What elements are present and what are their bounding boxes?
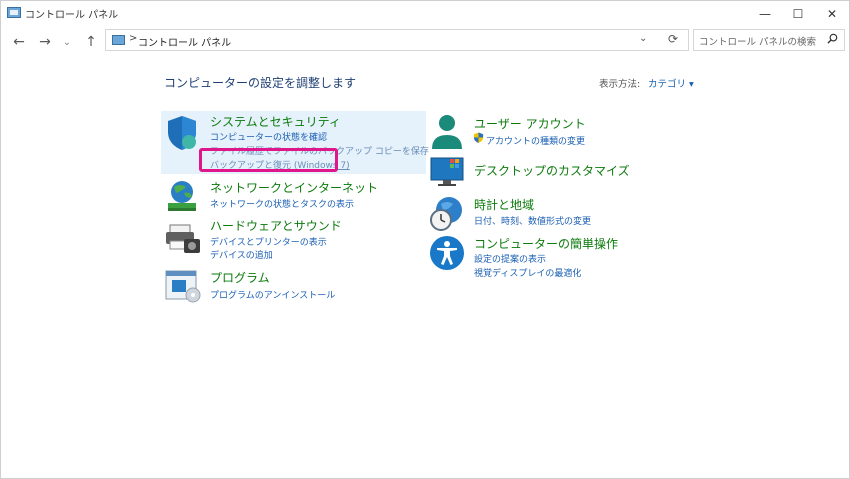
view-by-label: 表示方法: (599, 79, 641, 90)
search-placeholder: コントロール パネルの検索 (699, 37, 817, 48)
control-panel-icon (7, 7, 21, 18)
link-suggested-settings[interactable]: 設定の提案の表示 (474, 252, 546, 265)
view-by-dropdown[interactable]: カテゴリ ▾ (648, 76, 694, 90)
programs-icon (165, 270, 201, 303)
breadcrumb-chevron-icon[interactable]: > (129, 33, 137, 44)
category-hardware-sound[interactable]: ハードウェアとサウンド (210, 217, 342, 234)
title-bar: コントロール パネル — ☐ ✕ (1, 1, 849, 27)
annotation-highlight-box (199, 148, 338, 172)
link-change-account-type[interactable]: アカウントの種類の変更 (486, 134, 585, 147)
link-network-status[interactable]: ネットワークの状態とタスクの表示 (210, 197, 354, 210)
recent-locations-button[interactable]: ⌄ (57, 33, 77, 51)
desktop-icon (430, 157, 464, 186)
control-panel-window: コントロール パネル — ☐ ✕ ← → ⌄ ↑ > コントロール パネル ⌄ … (0, 0, 850, 479)
category-system-security[interactable]: システムとセキュリティ (210, 113, 341, 130)
category-ease-of-access[interactable]: コンピューターの簡単操作 (474, 235, 618, 252)
address-dropdown-button[interactable]: ⌄ (639, 33, 647, 44)
category-network-internet[interactable]: ネットワークとインターネット (210, 179, 378, 196)
link-change-date-time-format[interactable]: 日付、時刻、数値形式の変更 (474, 214, 591, 227)
uac-shield-icon (473, 132, 484, 143)
page-title: コンピューターの設定を調整します (164, 76, 357, 90)
maximize-button[interactable]: ☐ (782, 1, 814, 27)
control-panel-icon (112, 35, 125, 45)
search-icon[interactable] (827, 33, 838, 44)
minimize-button[interactable]: — (749, 1, 781, 27)
accessibility-icon (430, 236, 464, 270)
up-button[interactable]: ↑ (81, 33, 101, 51)
close-button[interactable]: ✕ (816, 1, 848, 27)
category-clock-region[interactable]: 時計と地域 (474, 196, 534, 213)
breadcrumb-control-panel[interactable]: コントロール パネル (138, 34, 231, 49)
clock-globe-icon (430, 197, 462, 231)
link-optimize-visual-display[interactable]: 視覚ディスプレイの最適化 (474, 266, 581, 279)
refresh-button[interactable]: ⟳ (668, 32, 678, 46)
window-title: コントロール パネル (25, 10, 119, 21)
user-icon (432, 115, 462, 149)
back-button[interactable]: ← (9, 33, 29, 51)
category-user-accounts[interactable]: ユーザー アカウント (474, 115, 586, 132)
shield-icon (168, 116, 196, 150)
search-input[interactable]: コントロール パネルの検索 (693, 29, 845, 51)
category-programs[interactable]: プログラム (210, 269, 270, 286)
link-devices-printers[interactable]: デバイスとプリンターの表示 (210, 235, 327, 248)
printer-icon (166, 224, 200, 253)
link-uninstall-program[interactable]: プログラムのアンインストール (210, 288, 335, 301)
network-icon (168, 181, 196, 211)
link-add-device[interactable]: デバイスの追加 (210, 248, 273, 261)
address-bar[interactable]: > コントロール パネル ⌄ ⟳ (105, 29, 689, 51)
category-appearance-personalization[interactable]: デスクトップのカスタマイズ (474, 162, 630, 179)
forward-button[interactable]: → (35, 33, 55, 51)
link-review-computer-status[interactable]: コンピューターの状態を確認 (210, 130, 327, 143)
